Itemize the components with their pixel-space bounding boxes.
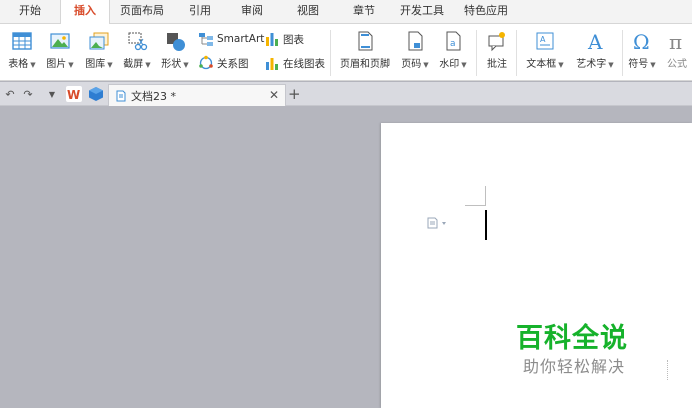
chevron-down-icon: ▼ [558,61,564,69]
online-chart-icon [266,58,278,70]
page-number-icon [408,31,423,51]
chevron-down-icon: ▼ [145,61,151,69]
omega-icon: Ω [633,30,650,52]
svg-text:a: a [450,39,456,49]
picture-icon [50,33,70,49]
document-tab-label: 文档23 * [131,89,176,103]
wordart-label: 艺术字 [576,59,607,70]
formula-label: 公式 [667,59,687,70]
close-icon[interactable]: ✕ [269,88,279,102]
watermark-label: 水印 [439,59,460,70]
gallery-icon [89,32,109,50]
ribbon-insert: 表格 ▼ 图片 ▼ 图库 ▼ 截屏 ▼ 形状 ▼ SmartArt 图表 关系图… [0,24,692,81]
screenshot-button[interactable]: 截屏 ▼ [120,24,154,70]
chevron-down-icon: ▼ [423,61,429,69]
table-label: 表格 [8,59,29,70]
tab-insert[interactable]: 插入 [60,0,110,24]
textbox-button[interactable]: A 文本框 ▼ [522,24,568,70]
svg-text:A: A [540,35,546,44]
ribbon-divider [622,30,623,76]
chevron-down-icon: ▼ [68,61,74,69]
tab-page-layout[interactable]: 页面布局 [110,0,174,23]
tab-chapter[interactable]: 章节 [338,0,390,23]
chevron-down-icon: ▼ [650,61,656,69]
add-tab-icon[interactable]: + [288,85,301,103]
tab-start[interactable]: 开始 [0,0,60,23]
shapes-icon [167,33,185,51]
symbol-label: 符号 [628,59,649,70]
watermark-icon: a [446,31,461,51]
shapes-button[interactable]: 形状 ▼ [158,24,192,70]
document-icon [116,90,126,101]
chart-button[interactable]: 图表 [264,30,304,48]
slogan-watermark: 助你轻松解决 [523,357,626,376]
comment-icon [488,32,505,52]
header-footer-button[interactable]: 页眉和页脚 [336,24,394,70]
bar-chart-icon [266,33,278,46]
formula-button[interactable]: π 公式 [662,24,692,70]
cube-icon[interactable] [88,86,104,102]
comment-label: 批注 [487,59,507,70]
chevron-down-icon: ▼ [183,61,189,69]
smartart-label: SmartArt [217,33,265,45]
header-footer-icon [358,31,373,51]
relation-button[interactable]: 关系图 [198,54,249,72]
tab-references[interactable]: 引用 [174,0,226,23]
symbol-button[interactable]: Ω 符号 ▼ [626,24,658,70]
picture-label: 图片 [46,59,67,70]
page-edge-mark [667,360,668,380]
textbox-label: 文本框 [526,59,557,70]
table-icon [12,32,32,50]
picture-button[interactable]: 图片 ▼ [44,24,76,70]
screenshot-label: 截屏 [123,59,144,70]
wordart-button[interactable]: A 艺术字 ▼ [572,24,618,70]
smartart-icon [199,33,213,46]
comment-button[interactable]: 批注 [482,24,512,70]
smartart-button[interactable]: SmartArt [198,30,264,48]
pi-icon: π [669,30,682,52]
svg-text:W: W [67,88,80,102]
svg-text:A: A [587,30,603,52]
redo-icon[interactable]: ↷ [20,86,36,102]
page-number-label: 页码 [401,59,422,70]
gallery-button[interactable]: 图库 ▼ [82,24,116,70]
tab-review[interactable]: 审阅 [226,0,278,23]
undo-icon[interactable]: ↶ [2,86,18,102]
brand-watermark: 百科全说 [516,323,628,354]
chevron-down-icon: ▼ [608,61,614,69]
document-tab-bar: ↶ ↷ ▼ W 文档23 * ✕ + [0,82,692,106]
menu-bar: 开始 插入 页面布局 引用 审阅 视图 章节 开发工具 特色应用 [0,0,692,24]
tab-developer[interactable]: 开发工具 [390,0,454,23]
ribbon-divider [330,30,331,76]
wps-logo-icon[interactable]: W [66,86,82,102]
paragraph-layout-icon[interactable] [427,217,449,229]
chevron-down-icon: ▼ [107,61,113,69]
svg-text:π: π [669,30,682,52]
textbox-icon: A [536,32,554,50]
wordart-icon: A [587,30,603,52]
shapes-label: 形状 [161,59,182,70]
chevron-down-icon: ▼ [30,61,36,69]
watermark-button[interactable]: a 水印 ▼ [436,24,470,70]
relation-label: 关系图 [217,57,249,70]
svg-text:Ω: Ω [633,30,650,52]
table-button[interactable]: 表格 ▼ [6,24,38,70]
tab-special[interactable]: 特色应用 [454,0,518,23]
chart-label: 图表 [283,33,304,46]
margin-corner-mark [465,186,486,206]
online-chart-label: 在线图表 [283,57,325,70]
page-number-button[interactable]: 页码 ▼ [398,24,432,70]
chevron-down-icon[interactable]: ▼ [44,86,60,102]
online-chart-button[interactable]: 在线图表 [264,54,325,72]
chevron-down-icon: ▼ [461,61,467,69]
gallery-label: 图库 [85,59,106,70]
tab-view[interactable]: 视图 [278,0,338,23]
relation-icon [199,55,213,70]
text-cursor [485,210,487,240]
scissors-icon [128,32,148,51]
document-tab[interactable]: 文档23 * ✕ [108,84,286,106]
ribbon-divider [516,30,517,76]
ribbon-divider [476,30,477,76]
header-footer-label: 页眉和页脚 [340,59,390,70]
